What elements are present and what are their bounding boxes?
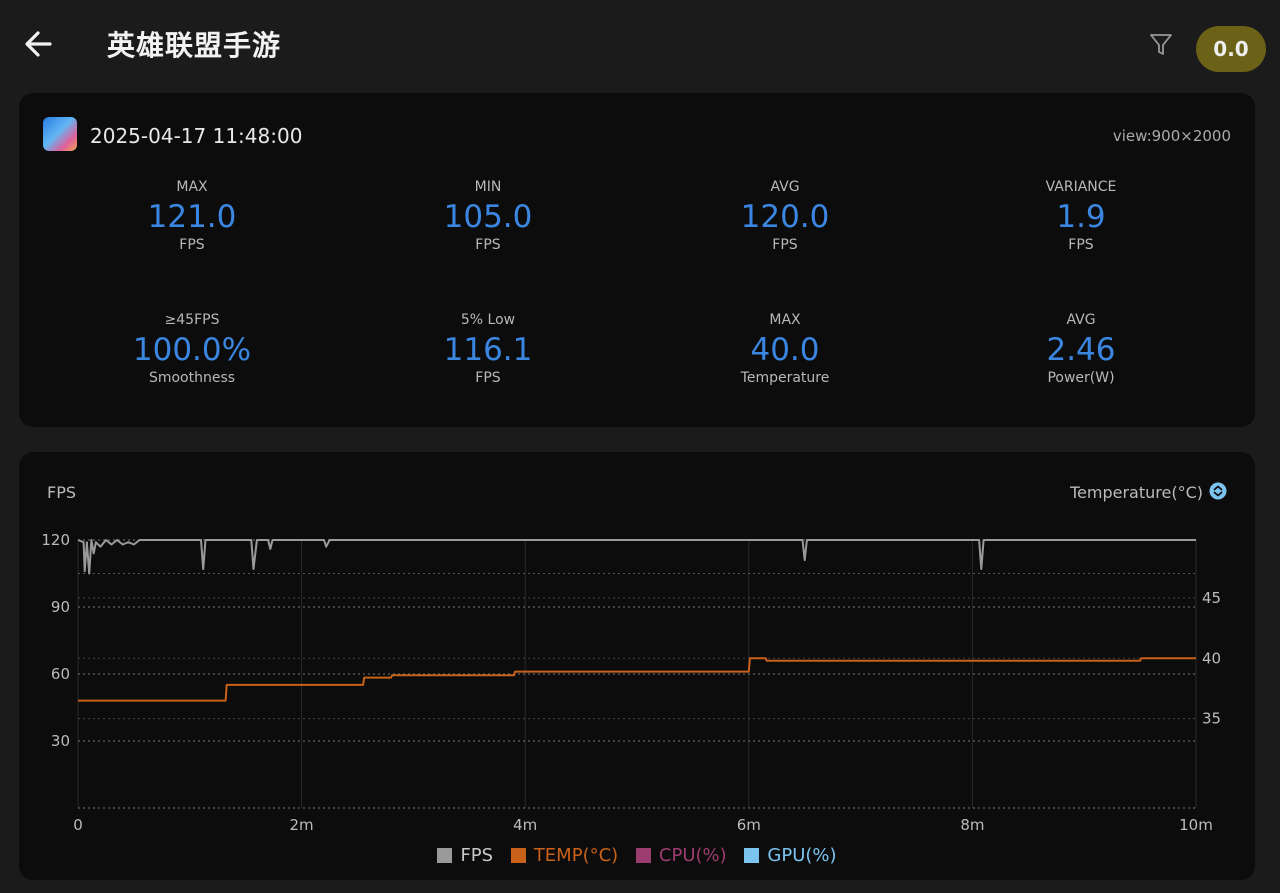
stat-unit: FPS: [475, 237, 501, 253]
stat-label: 5% Low: [460, 312, 516, 328]
legend-swatch: [744, 848, 760, 863]
y-tick-label: 90: [51, 598, 70, 616]
x-tick-label: 10m: [1179, 816, 1213, 834]
summary-card: 2025-04-17 11:48:00 view:900×2000 MAX 12…: [19, 93, 1255, 427]
stat-label: AVG: [770, 179, 800, 195]
stat-avg-power: AVG 2.46 Power(W): [956, 312, 1206, 386]
y2-tick-label: 45: [1202, 589, 1221, 607]
x-tick-label: 0: [73, 816, 83, 834]
y2-tick-label: 35: [1202, 710, 1221, 728]
stat-unit: FPS: [1068, 237, 1094, 253]
legend-swatch: [437, 848, 453, 863]
stat-value: 40.0: [750, 332, 820, 368]
legend-item-temp[interactable]: TEMP(°C): [510, 845, 619, 866]
stat-value: 1.9: [1056, 199, 1106, 235]
x-tick-label: 6m: [737, 816, 761, 834]
stat-min-fps: MIN 105.0 FPS: [363, 179, 613, 253]
series-line-tempc: [78, 657, 1196, 702]
stat-value: 116.1: [443, 332, 533, 368]
stat-unit: FPS: [772, 237, 798, 253]
stat-unit: FPS: [179, 237, 205, 253]
stat-value: 2.46: [1046, 332, 1116, 368]
legend-item-fps[interactable]: FPS: [437, 845, 493, 866]
view-resolution: view:900×2000: [1112, 127, 1231, 145]
stat-variance: VARIANCE 1.9 FPS: [956, 179, 1206, 253]
legend-label: CPU(%): [658, 845, 727, 866]
stat-label: MAX: [176, 179, 208, 195]
chart-card: 0 2m 4m 6m 8m 10m 30 60 90 120 35 40 45 FPS Temperat…: [19, 452, 1255, 880]
stat-label: MIN: [474, 179, 502, 195]
chart-legend: FPS TEMP(°C) CPU(%) GPU(%): [19, 845, 1255, 868]
axis-toggle-icon[interactable]: [1209, 482, 1227, 500]
stat-unit: FPS: [475, 370, 501, 386]
y-tick-label: 60: [51, 665, 70, 683]
y-tick-label: 120: [41, 531, 70, 549]
stat-value: 100.0%: [132, 332, 252, 368]
back-arrow-icon[interactable]: [20, 26, 60, 62]
legend-label: TEMP(°C): [533, 845, 619, 866]
stat-value: 121.0: [147, 199, 237, 235]
stat-max-fps: MAX 121.0 FPS: [67, 179, 317, 253]
stat-avg-fps: AVG 120.0 FPS: [660, 179, 910, 253]
stat-unit: Power(W): [1047, 370, 1115, 386]
y2-axis-label: Temperature(°C): [1069, 483, 1203, 502]
fps-temperature-chart: 0 2m 4m 6m 8m 10m 30 60 90 120 35 40 45: [41, 531, 1221, 834]
page-title: 英雄联盟手游: [107, 29, 282, 62]
legend-swatch: [635, 848, 651, 863]
game-app-icon: [43, 117, 77, 151]
session-datetime: 2025-04-17 11:48:00: [90, 124, 303, 148]
score-badge[interactable]: 0.0: [1196, 26, 1266, 72]
stat-value: 120.0: [740, 199, 830, 235]
y-tick-label: 30: [51, 732, 70, 750]
stat-label: AVG: [1066, 312, 1096, 328]
stat-value: 105.0: [443, 199, 533, 235]
x-tick-label: 2m: [290, 816, 314, 834]
stat-unit: Temperature: [740, 370, 830, 386]
legend-label: FPS: [460, 845, 494, 866]
top-bar: 英雄联盟手游 0.0: [0, 0, 1280, 90]
legend-item-cpu[interactable]: CPU(%): [635, 845, 727, 866]
legend-item-gpu[interactable]: GPU(%): [744, 845, 837, 866]
x-tick-label: 4m: [513, 816, 537, 834]
x-tick-label: 8m: [960, 816, 984, 834]
series-line-fps: [77, 539, 1196, 575]
stat-unit: Smoothness: [148, 370, 236, 386]
legend-swatch: [510, 848, 526, 863]
stat-max-temperature: MAX 40.0 Temperature: [660, 312, 910, 386]
filter-icon[interactable]: [1146, 30, 1176, 58]
stat-label: MAX: [769, 312, 801, 328]
stat-label: ≥45FPS: [164, 312, 220, 328]
legend-label: GPU(%): [767, 845, 837, 866]
stat-label: VARIANCE: [1045, 179, 1117, 195]
stat-5pct-low: 5% Low 116.1 FPS: [363, 312, 613, 386]
y2-tick-label: 40: [1202, 649, 1221, 667]
stat-smoothness: ≥45FPS 100.0% Smoothness: [67, 312, 317, 386]
y-axis-label: FPS: [47, 483, 77, 502]
